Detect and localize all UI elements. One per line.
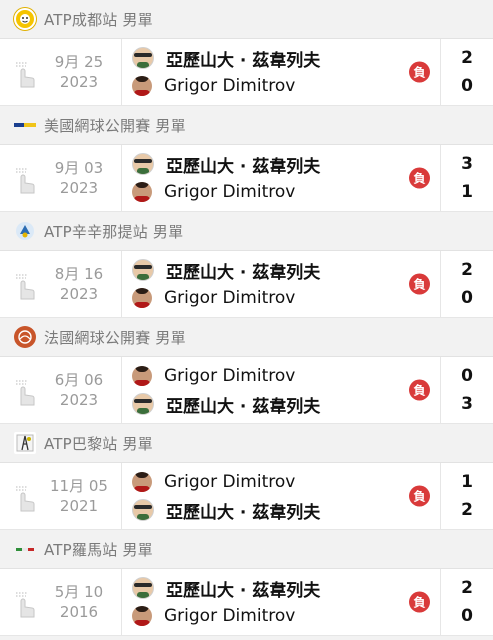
score: 0 [461, 606, 473, 626]
tournament-name: 美國網球公開賽 男單 [44, 116, 186, 135]
tournament-header: ATP成都站 男單 [0, 0, 493, 39]
player-name: 亞歷山大 · 茲韋列夫 [166, 262, 321, 283]
player-row: Grigor Dimitrov [132, 72, 440, 100]
roland-garros-logo-icon [14, 326, 36, 348]
player-avatar [132, 182, 152, 202]
player-row: 亞歷山大 · 茲韋列夫 [132, 150, 440, 178]
match-row[interactable]: 11月 05 2021 Grigor Dimitrov 亞歷山大 · 茲韋列夫 負… [0, 463, 493, 530]
player-row: Grigor Dimitrov [132, 468, 440, 496]
loss-badge: 負 [409, 61, 430, 83]
player-name: Grigor Dimitrov [164, 288, 296, 308]
player-name: 亞歷山大 · 茲韋列夫 [166, 50, 321, 71]
player-name: 亞歷山大 · 茲韋列夫 [166, 502, 321, 523]
paris-logo-icon [14, 432, 36, 454]
player-name: Grigor Dimitrov [164, 472, 296, 492]
loss-badge: 負 [409, 167, 430, 189]
player-row: Grigor Dimitrov [132, 178, 440, 206]
player-avatar [132, 47, 154, 69]
loss-badge: 負 [409, 379, 430, 401]
swipe-hand-icon [16, 486, 35, 512]
swipe-hand-icon [16, 380, 35, 406]
tournament-name: ATP辛辛那提站 男單 [44, 222, 184, 241]
player-avatar [132, 366, 152, 386]
player-row: 亞歷山大 · 茲韋列夫 [132, 44, 440, 72]
match-date: 6月 06 2023 [54, 371, 104, 409]
player-name: Grigor Dimitrov [164, 76, 296, 96]
tournament-name: ATP羅馬站 男單 [44, 540, 153, 559]
score: 2 [461, 578, 473, 598]
swipe-hand-icon [16, 274, 35, 300]
player-row: Grigor Dimitrov [132, 602, 440, 630]
player-avatar [132, 499, 154, 521]
score: 1 [461, 472, 473, 492]
match-row[interactable]: 5月 10 2016 亞歷山大 · 茲韋列夫 Grigor Dimitrov 負 … [0, 569, 493, 636]
loss-badge: 負 [409, 591, 430, 613]
player-row: 亞歷山大 · 茲韋列夫 [132, 256, 440, 284]
match-date: 9月 03 2023 [54, 159, 104, 197]
tournament-header: 美國網球公開賽 男單 [0, 106, 493, 145]
player-row: Grigor Dimitrov [132, 284, 440, 312]
player-avatar [132, 153, 154, 175]
player-name: 亞歷山大 · 茲韋列夫 [166, 156, 321, 177]
tournament-header: ATP辛辛那提站 男單 [0, 212, 493, 251]
match-row[interactable]: 9月 25 2023 亞歷山大 · 茲韋列夫 Grigor Dimitrov 負 … [0, 39, 493, 106]
player-name: Grigor Dimitrov [164, 606, 296, 626]
player-avatar [132, 288, 152, 308]
player-name: 亞歷山大 · 茲韋列夫 [166, 580, 321, 601]
score: 2 [461, 260, 473, 280]
swipe-hand-icon [16, 62, 35, 88]
us-open-logo-icon [14, 114, 36, 136]
match-row[interactable]: 9月 03 2023 亞歷山大 · 茲韋列夫 Grigor Dimitrov 負 … [0, 145, 493, 212]
score: 3 [461, 394, 473, 414]
player-avatar [132, 76, 152, 96]
score: 0 [461, 366, 473, 386]
player-row: Grigor Dimitrov [132, 362, 440, 390]
match-date: 5月 10 2016 [54, 583, 104, 621]
tournament-header: ATP巴黎站 男單 [0, 424, 493, 463]
score: 0 [461, 76, 473, 96]
score: 1 [461, 182, 473, 202]
match-date: 8月 16 2023 [54, 265, 104, 303]
score: 2 [461, 48, 473, 68]
tournament-name: 法國網球公開賽 男單 [44, 328, 186, 347]
loss-badge: 負 [409, 485, 430, 507]
player-avatar [132, 472, 152, 492]
player-row: 亞歷山大 · 茲韋列夫 [132, 390, 440, 418]
match-row[interactable]: 8月 16 2023 亞歷山大 · 茲韋列夫 Grigor Dimitrov 負 … [0, 251, 493, 318]
swipe-hand-icon [16, 592, 35, 618]
score: 3 [461, 154, 473, 174]
tournament-header: 法國網球公開賽 男單 [0, 318, 493, 357]
player-name: 亞歷山大 · 茲韋列夫 [166, 396, 321, 417]
match-date: 11月 05 2021 [50, 477, 108, 515]
score: 0 [461, 288, 473, 308]
cincinnati-logo-icon [14, 220, 36, 242]
tournament-name: ATP成都站 男單 [44, 10, 153, 29]
chengdu-logo-icon [14, 8, 36, 30]
player-name: Grigor Dimitrov [164, 366, 296, 386]
player-avatar [132, 393, 154, 415]
swipe-hand-icon [16, 168, 35, 194]
player-avatar [132, 259, 154, 281]
match-row[interactable]: 6月 06 2023 Grigor Dimitrov 亞歷山大 · 茲韋列夫 負 … [0, 357, 493, 424]
head-to-head-match-list: ATP成都站 男單 9月 25 2023 亞歷山大 · 茲韋列夫 Grigor D… [0, 0, 493, 636]
tournament-name: ATP巴黎站 男單 [44, 434, 153, 453]
player-row: 亞歷山大 · 茲韋列夫 [132, 496, 440, 524]
match-date: 9月 25 2023 [54, 53, 104, 91]
player-avatar [132, 577, 154, 599]
rome-logo-icon [14, 538, 36, 560]
player-row: 亞歷山大 · 茲韋列夫 [132, 574, 440, 602]
player-name: Grigor Dimitrov [164, 182, 296, 202]
score: 2 [461, 500, 473, 520]
player-avatar [132, 606, 152, 626]
loss-badge: 負 [409, 273, 430, 295]
tournament-header: ATP羅馬站 男單 [0, 530, 493, 569]
